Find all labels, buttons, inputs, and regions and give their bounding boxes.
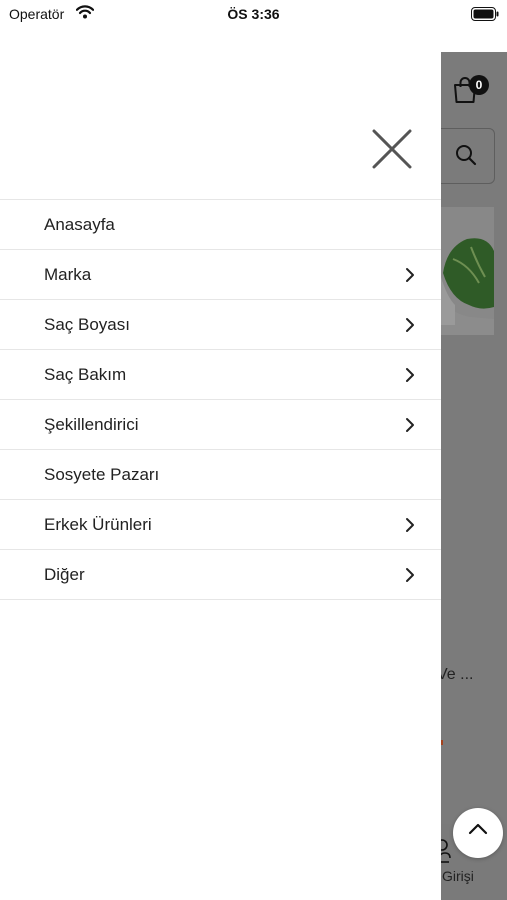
menu-item-sekillendirici[interactable]: Şekillendirici [0,400,441,450]
login-tab-label[interactable]: Girişi [442,868,474,884]
chevron-right-icon [406,268,414,282]
menu-item-diger[interactable]: Diğer [0,550,441,600]
menu-item-label: Sosyete Pazarı [44,465,160,484]
menu-item-label: Anasayfa [44,215,115,234]
menu-item-label: Diğer [44,565,85,584]
product-name-fragment: Ve ... [441,666,474,683]
chevron-right-icon [406,418,414,432]
chevron-right-icon [406,368,414,382]
chevron-up-icon [468,823,488,835]
menu-item-sac-boyasi[interactable]: Saç Boyası [0,300,441,350]
status-bar: Operatör ÖS 3:36 [0,0,507,30]
background-app-overlay[interactable]: 0 Ve ... Girişi [441,52,507,900]
chevron-right-icon [406,518,414,532]
menu-item-sosyete-pazari[interactable]: Sosyete Pazarı [0,450,441,500]
menu-item-label: Saç Bakım [44,365,127,384]
price-mark [441,740,443,745]
scroll-to-top-button[interactable] [453,808,503,858]
cart-count-badge: 0 [469,75,489,95]
user-icon [441,838,453,869]
battery-icon [471,7,499,26]
clock-time: ÖS 3:36 [227,6,280,22]
menu-item-marka[interactable]: Marka [0,250,441,300]
menu-item-erkek-urunleri[interactable]: Erkek Ürünleri [0,500,441,550]
menu-item-label: Şekillendirici [44,415,139,434]
menu-item-anasayfa[interactable]: Anasayfa [0,200,441,250]
close-x-icon [372,129,412,169]
menu-item-sac-bakim[interactable]: Saç Bakım [0,350,441,400]
chevron-right-icon [406,318,414,332]
banner-image [441,207,494,335]
category-menu: Anasayfa Marka Saç Boyası Saç Bakım Şeki… [0,199,441,600]
menu-item-label: Erkek Ürünleri [44,515,152,534]
menu-item-label: Marka [44,265,92,284]
close-button[interactable] [366,124,418,176]
navigation-drawer: Anasayfa Marka Saç Boyası Saç Bakım Şeki… [0,30,441,900]
chevron-right-icon [406,568,414,582]
menu-item-label: Saç Boyası [44,315,130,334]
search-icon [455,144,477,171]
